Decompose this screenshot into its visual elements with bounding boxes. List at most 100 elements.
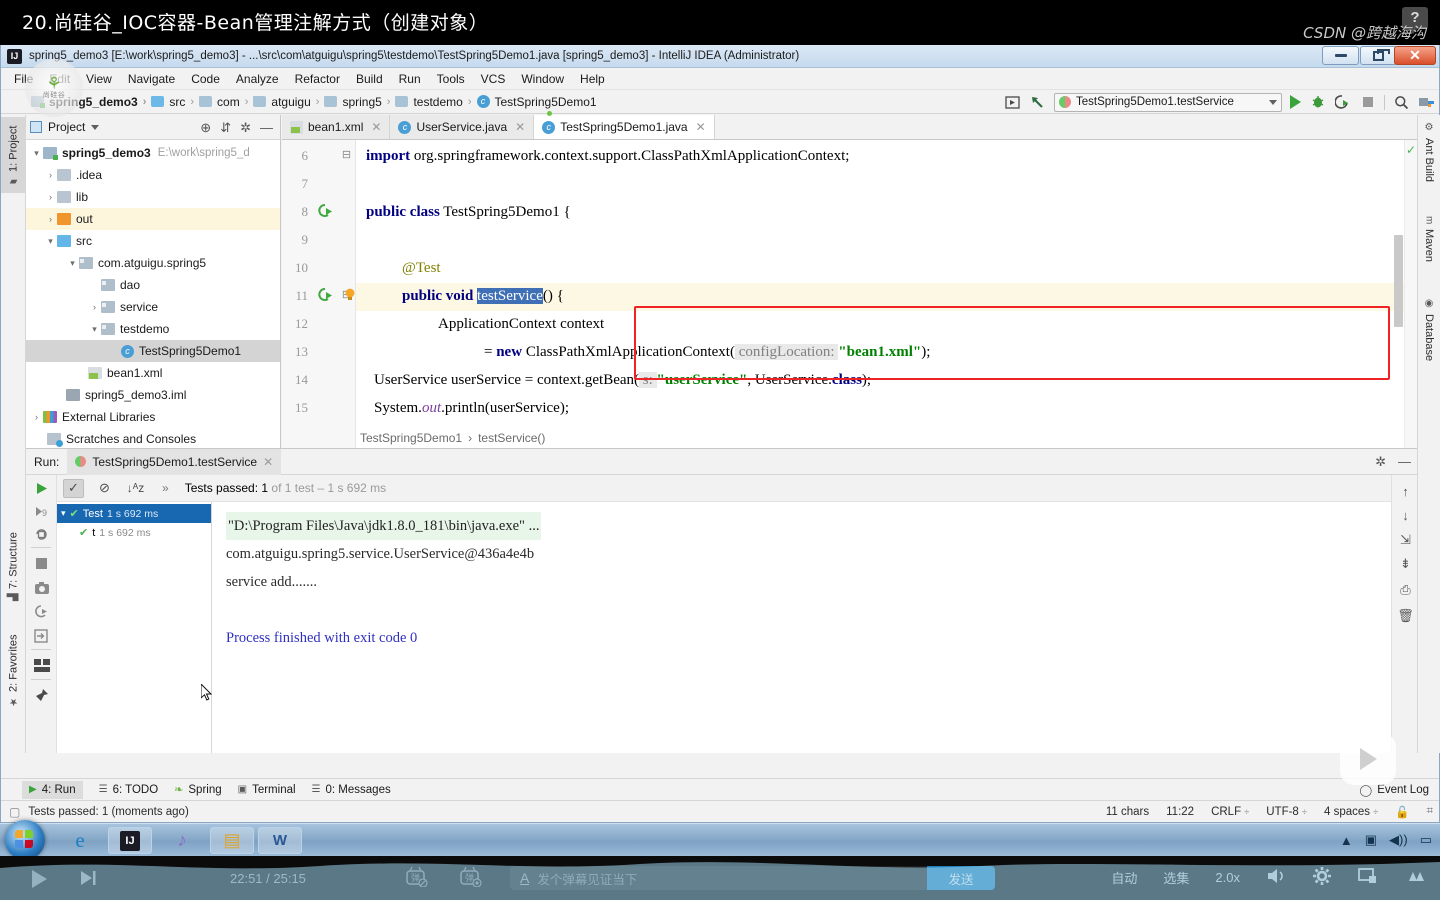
sidebar-tab-database[interactable]: ◉ Database (1417, 293, 1440, 377)
print-icon[interactable]: ⎙ (1397, 581, 1414, 598)
expand-arrow-icon[interactable]: ▾ (61, 508, 66, 519)
sidebar-tab-ant-build[interactable]: ⚙ Ant Build (1417, 117, 1440, 193)
pin-tab-icon[interactable] (33, 687, 50, 704)
layout-settings-icon[interactable] (33, 657, 50, 674)
editor-tab-userservice-java[interactable]: c UserService.java ✕ (390, 115, 535, 139)
import-tests-icon[interactable] (33, 627, 50, 644)
status-encoding[interactable]: UTF-8 ÷ (1266, 806, 1307, 818)
action-center-icon[interactable]: ▣ (1365, 832, 1377, 848)
tree-row-package-root[interactable]: ▾ com.atguigu.spring5 (26, 252, 280, 274)
menu-refactor[interactable]: Refactor (288, 70, 347, 88)
minimize-button[interactable] (1322, 46, 1359, 65)
breadcrumb-com[interactable]: com › (199, 95, 253, 109)
scroll-up-icon[interactable]: ↑ (1397, 483, 1414, 500)
danmaku-input[interactable]: A 发个弹幕见证当下 弹幕礼仪 › 发送 (510, 866, 995, 890)
tree-row-bean-xml[interactable]: bean1.xml (26, 362, 280, 384)
breadcrumb-spring5[interactable]: spring5 › (324, 95, 395, 109)
rerun-button[interactable] (33, 480, 50, 497)
expand-arrow-icon[interactable]: ▾ (30, 148, 43, 159)
stop-button[interactable] (33, 555, 50, 572)
menu-analyze[interactable]: Analyze (229, 70, 286, 88)
menu-code[interactable]: Code (184, 70, 227, 88)
close-icon[interactable]: ✕ (371, 120, 381, 134)
danmaku-off-icon[interactable]: 弹 (405, 866, 428, 888)
run-configuration-selector[interactable]: TestSpring5Demo1.testService (1054, 92, 1282, 112)
gear-icon[interactable]: ✲ (1375, 455, 1386, 468)
open-in-window-icon[interactable] (1004, 94, 1021, 111)
code-text[interactable]: import org.springframework.context.suppo… (358, 140, 1417, 448)
toggle-auto-test-icon[interactable] (33, 526, 50, 543)
video-play-overlay-icon[interactable] (1340, 733, 1396, 785)
sidebar-tab-structure[interactable]: ▟ 7: Structure (1, 521, 26, 607)
volume-icon[interactable] (1266, 867, 1286, 888)
code-editor[interactable]: 6 7 8 9 10 11 12 13 14 15 ⊟ import org.s… (282, 140, 1417, 448)
taskbar-word[interactable]: W (258, 827, 302, 854)
expand-arrow-icon[interactable]: ▾ (66, 258, 79, 269)
bottom-tab-todo[interactable]: ☰ 6: TODO (99, 784, 159, 796)
intention-bulb-icon[interactable] (344, 288, 356, 300)
tree-row-scratches[interactable]: Scratches and Consoles (26, 428, 280, 450)
tree-row-out[interactable]: › out (26, 208, 280, 230)
editor-breadcrumb-method[interactable]: testService() (478, 431, 545, 445)
editor-tab-bean1-xml[interactable]: bean1.xml ✕ (282, 115, 391, 139)
fold-icon[interactable]: ⊟ (340, 150, 353, 163)
expand-arrow-icon[interactable]: › (30, 412, 43, 422)
console-output[interactable]: "D:\Program Files\Java\jdk1.8.0_181\bin\… (213, 502, 1391, 753)
danmaku-settings-icon[interactable]: 弹 (459, 866, 482, 888)
trash-icon[interactable]: 🗑 (1397, 607, 1414, 624)
close-icon[interactable]: ✕ (515, 120, 525, 134)
bottom-tab-messages[interactable]: ☰ 0: Messages (312, 784, 391, 796)
taskbar-internet-explorer[interactable]: e (58, 827, 102, 854)
show-passed-tests-toggle[interactable]: ✓ (63, 478, 84, 498)
show-ignored-tests-toggle[interactable]: ⊘ (94, 479, 115, 498)
menu-view[interactable]: View (79, 70, 119, 88)
menu-build[interactable]: Build (349, 70, 390, 88)
menu-help[interactable]: Help (573, 70, 612, 88)
tree-row-testdemo[interactable]: ▾ testdemo (26, 318, 280, 340)
taskbar-media-player[interactable]: ♪ (160, 827, 204, 854)
editor-gutter[interactable]: 6 7 8 9 10 11 12 13 14 15 ⊟ (282, 140, 356, 448)
expand-arrow-icon[interactable]: › (88, 302, 101, 312)
rerun-failed-tests-button[interactable]: 9 (33, 503, 50, 520)
soft-wrap-icon[interactable]: ⇲ (1397, 531, 1414, 548)
expand-arrow-icon[interactable]: › (44, 192, 57, 202)
expand-arrow-icon[interactable]: › (44, 170, 57, 180)
start-button[interactable] (5, 820, 45, 860)
menu-run[interactable]: Run (392, 70, 428, 88)
tree-row-external-libraries[interactable]: › External Libraries (26, 406, 280, 428)
send-danmaku-button[interactable]: 发送 (927, 866, 995, 890)
tree-row-src[interactable]: ▾ src (26, 230, 280, 252)
gear-icon[interactable]: ✲ (240, 121, 251, 134)
scroll-to-end-icon[interactable]: ⇟ (1397, 555, 1414, 572)
menu-edit[interactable]: Edit (42, 70, 77, 88)
close-icon[interactable]: ✕ (696, 120, 706, 134)
chevron-down-icon[interactable] (91, 124, 100, 130)
run-class-gutter-icon[interactable] (316, 202, 334, 220)
run-with-coverage-button[interactable] (1334, 94, 1351, 111)
sort-alphabetically-button[interactable]: ↓ᴬz (125, 479, 146, 498)
search-icon[interactable] (1393, 94, 1410, 111)
expand-arrow-icon[interactable]: › (44, 214, 57, 224)
status-indent[interactable]: 4 spaces ÷ (1324, 806, 1378, 818)
tree-row-lib[interactable]: › lib (26, 186, 280, 208)
breadcrumb-testdemo[interactable]: testdemo › (395, 95, 476, 109)
menu-file[interactable]: File (7, 70, 40, 88)
collapse-all-icon[interactable]: ⇵ (220, 121, 231, 134)
status-caret-position[interactable]: 11:22 (1166, 806, 1194, 818)
hide-panel-icon[interactable]: — (260, 121, 273, 134)
lock-icon[interactable]: 🔓 (1395, 805, 1409, 819)
run-method-gutter-icon[interactable] (316, 286, 334, 304)
expand-arrow-icon[interactable]: ▾ (44, 236, 57, 247)
locate-file-icon[interactable]: ⊕ (200, 121, 211, 134)
memory-indicator-icon[interactable]: ⌗ (1427, 805, 1433, 818)
sidebar-tab-favorites[interactable]: ★ 2: Favorites (1, 621, 26, 713)
test-results-tree[interactable]: ▾ ✔ Test 1 s 692 ms ✔ t 1 s 692 ms (57, 502, 212, 753)
editor-marker-column[interactable]: ✓ (1404, 140, 1417, 448)
taskbar-intellij-idea[interactable]: IJ (108, 827, 152, 854)
tree-row-dao[interactable]: dao (26, 274, 280, 296)
test-tree-row-root[interactable]: ▾ ✔ Test 1 s 692 ms (57, 504, 211, 523)
next-episode-button[interactable] (78, 868, 98, 891)
quality-selector[interactable]: 自动 (1111, 868, 1137, 887)
tree-row-iml[interactable]: spring5_demo3.iml (26, 384, 280, 406)
stop-button[interactable] (1359, 94, 1376, 111)
